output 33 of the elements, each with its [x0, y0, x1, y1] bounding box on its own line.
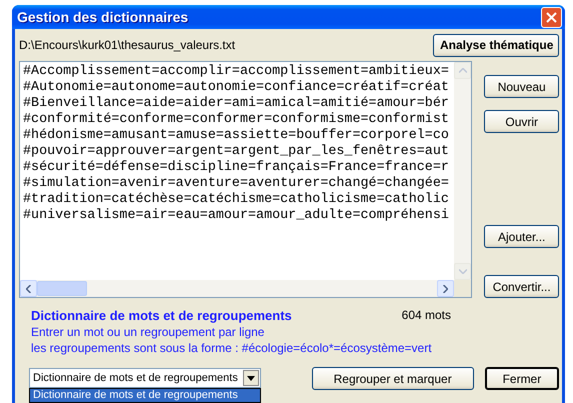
text-line: #sécurité=défense=discipline=français=France=france=r	[23, 160, 449, 176]
dictionary-type-dropdown[interactable]: Dictionnaire de mots et de regroupements	[29, 368, 261, 388]
dialog-button[interactable]: Regrouper et marquer	[312, 367, 474, 390]
text-editor[interactable]	[19, 61, 472, 298]
text-line: #tradition=catéchèse=catéchisme=catholicisme=catholic	[23, 192, 449, 208]
text-line: #hédonisme=amusant=amuse=assiette=bouffer=corporel=co	[23, 128, 449, 144]
close-button[interactable]	[541, 6, 562, 28]
text-line: #universalisme=air=eau=amour=amour_adulte=compréhensi	[23, 208, 449, 224]
side-button[interactable]: Ouvrir	[484, 110, 559, 133]
side-button[interactable]: Convertir...	[484, 275, 559, 298]
text-line: #Accomplissement=accomplir=accomplissement=ambitieux=	[23, 64, 449, 80]
hint-text: les regroupements sont sous la forme : #écologie=écolo*=écosystème=vert	[31, 341, 433, 355]
side-button[interactable]: Ajouter...	[484, 225, 559, 248]
file-path: D:\Encours\kurk01\thesaurus_valeurs.txt	[19, 38, 236, 52]
window-title: Gestion des dictionnaires	[17, 9, 188, 25]
text-line: #pouvoir=approuver=argent=argent_par_les_fenêtres=aut	[23, 144, 449, 160]
dialog-button[interactable]: Fermer	[484, 367, 559, 390]
dropdown-arrow-icon	[246, 376, 255, 380]
hint-text: Entrer un mot ou un regroupement par ligne	[31, 325, 266, 339]
text-line: #conformité=conforme=conformer=conformisme=conformist	[23, 112, 449, 128]
word-count: 604 mots	[402, 308, 451, 323]
dictionary-title: Dictionnaire de mots et de regroupements	[31, 308, 292, 323]
scrollbar-corner	[454, 280, 472, 297]
vertical-scrollbar[interactable]	[454, 62, 472, 280]
dropdown-option[interactable]: Dictionnaire de mots et de regroupements	[30, 389, 260, 402]
horizontal-scrollbar[interactable]	[20, 280, 454, 297]
side-button[interactable]: Nouveau	[484, 75, 559, 98]
scroll-thumb[interactable]	[37, 281, 87, 296]
text-line: #Autonomie=autonome=autonomie=confiance=créatif=créat	[23, 80, 449, 96]
text-line: #Bienveillance=aide=aider=ami=amical=amitié=amour=bér	[23, 96, 449, 112]
text-line: #simulation=avenir=aventure=aventurer=changé=changée=	[23, 176, 449, 192]
analyse-button[interactable]: Analyse thématique	[433, 34, 559, 56]
close-icon	[546, 12, 557, 22]
